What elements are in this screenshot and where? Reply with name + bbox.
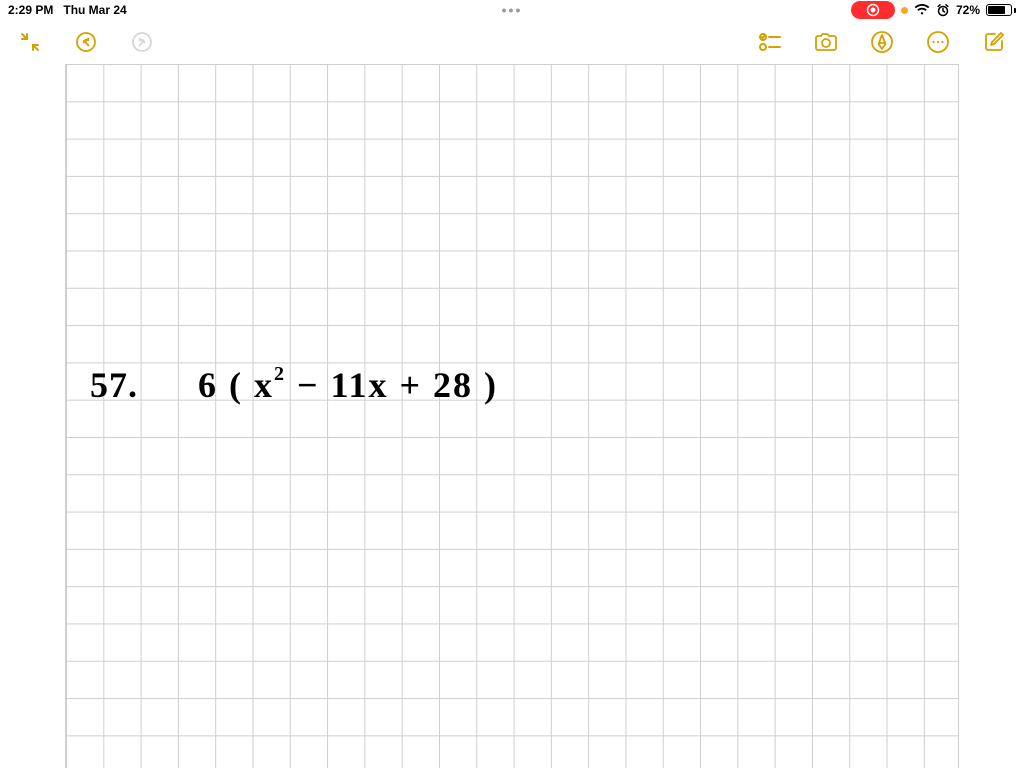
wifi-icon xyxy=(914,4,930,16)
status-date: Thu Mar 24 xyxy=(63,3,126,17)
undo-icon[interactable] xyxy=(72,28,100,56)
grid-paper xyxy=(65,64,959,768)
multitask-dots-icon[interactable]: ••• xyxy=(502,2,523,18)
status-time: 2:29 PM xyxy=(8,3,53,17)
record-icon xyxy=(866,3,880,17)
redo-icon xyxy=(128,28,156,56)
camera-icon[interactable] xyxy=(812,28,840,56)
screen-record-pill[interactable] xyxy=(851,1,895,19)
compose-icon[interactable] xyxy=(980,28,1008,56)
expr-superscript: 2 xyxy=(274,363,286,385)
markup-pen-icon[interactable] xyxy=(868,28,896,56)
status-bar: 2:29 PM Thu Mar 24 ••• 72% xyxy=(0,0,1024,20)
expr-suffix: − 11x + 28 ) xyxy=(286,365,498,405)
checklist-icon[interactable] xyxy=(756,28,784,56)
math-expression: 6 ( x2 − 11x + 28 ) xyxy=(198,364,498,406)
note-canvas[interactable]: 57. 6 ( x2 − 11x + 28 ) xyxy=(0,64,1024,768)
status-right: 72% xyxy=(851,1,1016,19)
alarm-icon xyxy=(936,3,950,17)
mic-indicator-dot-icon xyxy=(901,7,908,14)
expr-prefix: 6 ( x xyxy=(198,365,274,405)
problem-number: 57. xyxy=(90,364,138,406)
collapse-icon[interactable] xyxy=(16,28,44,56)
toolbar-right xyxy=(756,28,1008,56)
toolbar-left xyxy=(16,28,156,56)
battery-percent: 72% xyxy=(956,3,980,17)
battery-icon xyxy=(986,4,1016,16)
handwritten-content: 57. 6 ( x2 − 11x + 28 ) xyxy=(90,364,498,406)
status-left: 2:29 PM Thu Mar 24 xyxy=(8,3,127,17)
more-icon[interactable] xyxy=(924,28,952,56)
notes-toolbar xyxy=(0,20,1024,64)
